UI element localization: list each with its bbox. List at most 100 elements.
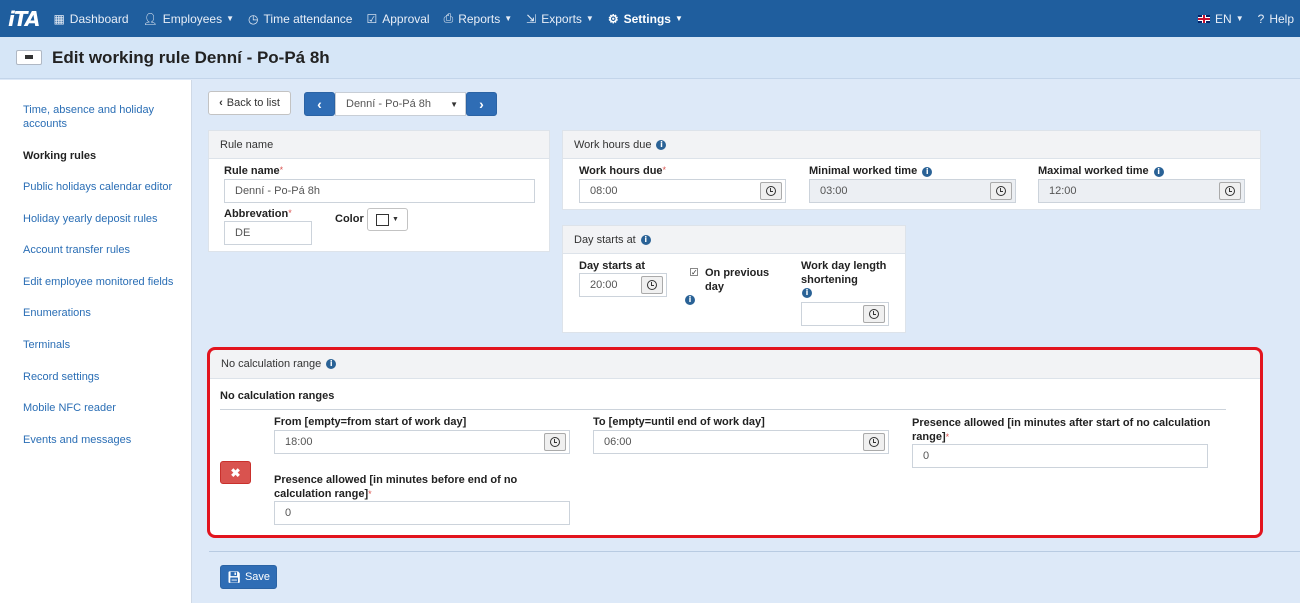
clock-icon: ◷ bbox=[248, 11, 259, 26]
clock-icon[interactable] bbox=[1219, 182, 1241, 200]
day-starts-panel: Day starts at i Day starts at 20:00 ✓ On … bbox=[562, 225, 906, 333]
sidebar-item-account-transfer[interactable]: Account transfer rules bbox=[23, 243, 183, 257]
rule-name-label: Rule name* bbox=[224, 165, 283, 177]
sidebar-item-events[interactable]: Events and messages bbox=[23, 433, 183, 447]
nav-employees[interactable]: 👤︎ Employees ▼ bbox=[143, 12, 235, 26]
required-marker: * bbox=[288, 208, 292, 218]
work-hours-panel: Work hours due i Work hours due* 08:00 Mi… bbox=[562, 130, 1261, 210]
chevron-left-icon: ‹ bbox=[219, 97, 223, 109]
rule-name-panel-title-text: Rule name bbox=[220, 138, 274, 151]
work-day-shortening-input[interactable] bbox=[801, 302, 889, 326]
floppy-disk-icon: 💾︎ bbox=[226, 571, 241, 584]
info-icon[interactable]: i bbox=[685, 295, 695, 305]
clock-icon[interactable] bbox=[990, 182, 1012, 200]
minimal-worked-time-label: Minimal worked time i bbox=[809, 165, 933, 177]
color-label: Color bbox=[335, 213, 364, 225]
uk-flag-icon bbox=[1198, 14, 1211, 23]
info-icon[interactable]: i bbox=[640, 234, 651, 245]
sidebar-item-monitored-fields[interactable]: Edit employee monitored fields bbox=[23, 275, 183, 289]
chevron-down-icon: ▼ bbox=[674, 14, 683, 23]
work-hours-panel-title-text: Work hours due bbox=[574, 138, 652, 151]
required-marker: * bbox=[662, 165, 667, 175]
save-button[interactable]: 💾︎ Save bbox=[220, 565, 277, 589]
rule-select[interactable]: Denní - Po-Pá 8h ▼ bbox=[335, 92, 466, 116]
language-label: EN bbox=[1215, 11, 1232, 26]
dropdown-caret-icon: ▼ bbox=[450, 99, 458, 109]
previous-day-checkbox[interactable]: ✓ bbox=[690, 268, 698, 277]
info-icon[interactable]: i bbox=[802, 288, 812, 298]
minimal-worked-time-value: 03:00 bbox=[820, 185, 848, 197]
back-to-list-label: Back to list bbox=[226, 97, 280, 109]
back-to-list-button[interactable]: ‹ Back to list bbox=[208, 91, 291, 115]
nav-dashboard-label: Dashboard bbox=[69, 11, 129, 26]
color-swatch bbox=[376, 213, 390, 226]
clock-icon[interactable] bbox=[760, 182, 782, 200]
rule-name-value: Denní - Po-Pá 8h bbox=[235, 185, 320, 197]
chevron-left-icon: ‹ bbox=[317, 96, 322, 112]
work-hours-panel-title: Work hours due i bbox=[563, 131, 1260, 159]
keyboard-icon bbox=[16, 50, 42, 65]
work-hours-due-label-text: Work hours due bbox=[579, 165, 663, 177]
rule-name-panel-title: Rule name bbox=[209, 131, 549, 159]
previous-rule-button[interactable]: ‹ bbox=[304, 92, 335, 116]
rule-name-input[interactable]: Denní - Po-Pá 8h bbox=[224, 179, 535, 203]
chevron-down-icon: ▼ bbox=[392, 216, 399, 223]
rule-name-label-text: Rule name bbox=[224, 165, 280, 177]
minimal-worked-time-input[interactable]: 03:00 bbox=[809, 179, 1016, 203]
info-icon[interactable]: i bbox=[656, 139, 667, 150]
nav-approval-label: Approval bbox=[382, 11, 430, 26]
sidebar-item-terminals[interactable]: Terminals bbox=[23, 338, 183, 352]
next-rule-button[interactable]: › bbox=[466, 92, 497, 116]
maximal-worked-time-label: Maximal worked time i bbox=[1038, 165, 1164, 177]
sidebar: Time, absence and holiday accounts Worki… bbox=[0, 80, 192, 603]
abbreviation-label-text: Abbrevation bbox=[224, 208, 289, 220]
sidebar-item-working-rules[interactable]: Working rules bbox=[23, 149, 183, 163]
logo-text: iTA bbox=[8, 6, 40, 31]
chevron-down-icon: ▼ bbox=[585, 14, 594, 23]
highlight-frame bbox=[207, 347, 1263, 538]
work-hours-due-value: 08:00 bbox=[590, 185, 618, 197]
nav-settings[interactable]: ⚙ Settings ▼ bbox=[608, 12, 683, 26]
required-marker: * bbox=[279, 165, 284, 175]
help-link[interactable]: ? Help bbox=[1258, 12, 1294, 26]
sidebar-item-nfc-reader[interactable]: Mobile NFC reader bbox=[23, 401, 183, 415]
rule-name-panel: Rule name Rule name* Denní - Po-Pá 8h Ab… bbox=[208, 130, 550, 252]
nav-dashboard[interactable]: ▦ Dashboard bbox=[53, 12, 128, 26]
maximal-worked-time-label-text: Maximal worked time bbox=[1038, 165, 1149, 177]
info-icon[interactable]: i bbox=[1153, 167, 1164, 177]
clock-icon[interactable] bbox=[641, 276, 663, 294]
clock-icon[interactable] bbox=[863, 305, 885, 323]
gear-icon: ⚙ bbox=[607, 11, 619, 26]
question-icon: ? bbox=[1257, 11, 1265, 26]
sidebar-item-public-holidays[interactable]: Public holidays calendar editor bbox=[23, 180, 183, 194]
sidebar-item-holiday-deposit[interactable]: Holiday yearly deposit rules bbox=[23, 212, 183, 226]
chevron-right-icon: › bbox=[479, 96, 484, 112]
day-starts-label: Day starts at bbox=[579, 260, 646, 272]
export-icon: ⇲ bbox=[526, 11, 537, 26]
save-label: Save bbox=[244, 571, 271, 583]
footer-divider bbox=[209, 551, 1300, 552]
nav-reports[interactable]: ⎙ Reports ▼ bbox=[444, 11, 513, 26]
help-label: Help bbox=[1269, 11, 1294, 26]
info-icon[interactable]: i bbox=[922, 167, 933, 177]
page-title: Edit working rule Denní - Po-Pá 8h bbox=[52, 47, 330, 67]
nav-approval[interactable]: ☑ Approval bbox=[366, 12, 429, 26]
nav-time-attendance[interactable]: ◷ Time attendance bbox=[248, 12, 352, 26]
chevron-down-icon: ▼ bbox=[504, 14, 513, 23]
abbreviation-input[interactable]: DE bbox=[224, 221, 312, 245]
nav-exports[interactable]: ⇲ Exports ▼ bbox=[526, 12, 594, 26]
language-dropdown[interactable]: EN ▼ bbox=[1198, 12, 1244, 26]
sidebar-item-enumerations[interactable]: Enumerations bbox=[23, 306, 183, 320]
sidebar-item-record-settings[interactable]: Record settings bbox=[23, 370, 183, 384]
user-icon: 👤︎ bbox=[142, 11, 158, 26]
color-picker[interactable]: ▼ bbox=[367, 208, 408, 231]
work-hours-due-input[interactable]: 08:00 bbox=[579, 179, 786, 203]
logo[interactable]: iTA bbox=[8, 6, 40, 31]
main-content: ‹ Back to list ‹ Denní - Po-Pá 8h ▼ › Ru… bbox=[192, 80, 1300, 603]
day-starts-input[interactable]: 20:00 bbox=[579, 273, 667, 297]
nav-settings-label: Settings bbox=[623, 11, 671, 26]
sidebar-item-accounts[interactable]: Time, absence and holiday accounts bbox=[23, 103, 183, 131]
abbreviation-label: Abbrevation* bbox=[224, 208, 292, 220]
maximal-worked-time-input[interactable]: 12:00 bbox=[1038, 179, 1245, 203]
rule-select-value: Denní - Po-Pá 8h bbox=[346, 98, 431, 110]
